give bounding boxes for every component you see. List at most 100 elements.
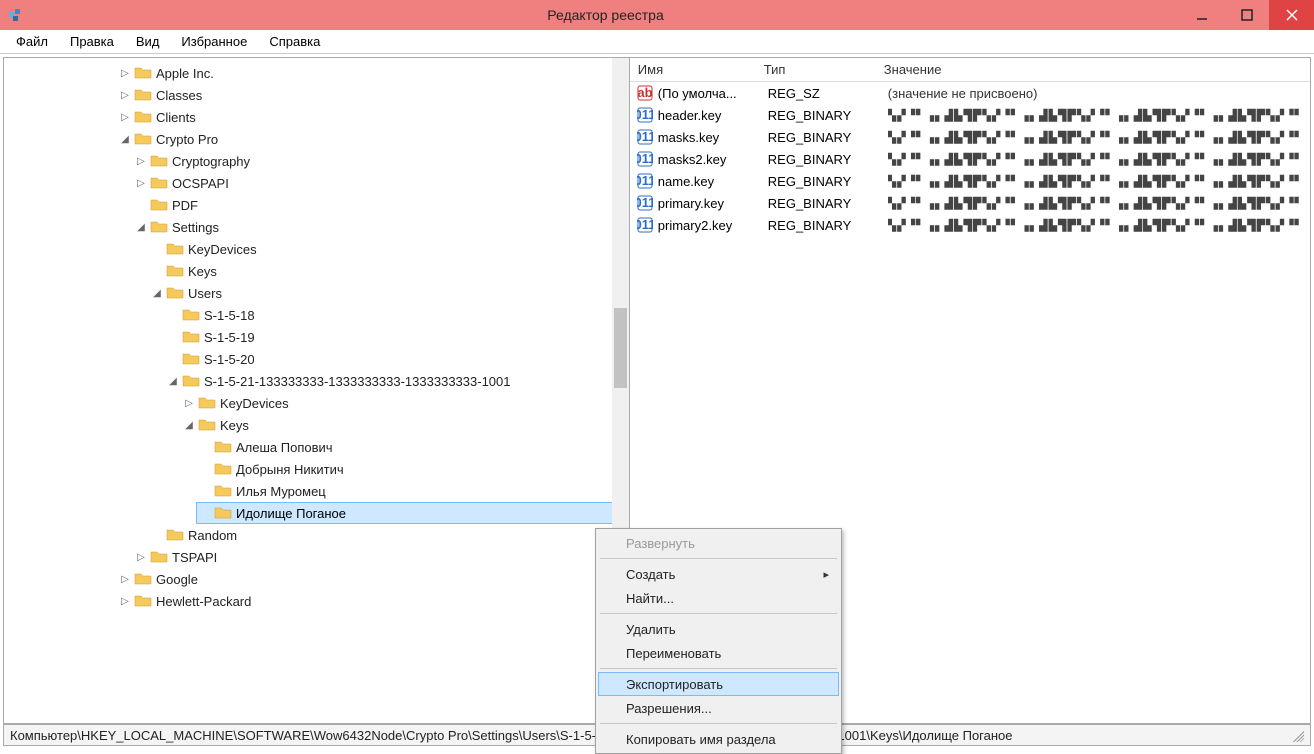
value-type: REG_BINARY (768, 174, 888, 189)
expand-icon[interactable]: ▷ (134, 176, 148, 190)
tree-item[interactable]: Добрыня Никитич (196, 458, 629, 480)
values-header[interactable]: Имя Тип Значение (630, 58, 1310, 82)
tree-label: Добрыня Никитич (236, 462, 344, 477)
menu-view[interactable]: Вид (126, 31, 170, 52)
ctx-find[interactable]: Найти... (598, 586, 839, 610)
expand-icon[interactable]: ▷ (118, 572, 132, 586)
expand-icon[interactable]: ▷ (118, 110, 132, 124)
folder-icon (182, 373, 200, 389)
tree-label: Classes (156, 88, 202, 103)
ctx-delete[interactable]: Удалить (598, 617, 839, 641)
folder-icon (134, 65, 152, 81)
tree-label: S-1-5-19 (204, 330, 255, 345)
tree-label: S-1-5-20 (204, 352, 255, 367)
tree-item[interactable]: ◢Users (148, 282, 629, 304)
expand-icon[interactable]: ▷ (134, 154, 148, 168)
expand-icon[interactable]: ▷ (118, 594, 132, 608)
tree-label: Apple Inc. (156, 66, 214, 81)
collapse-icon[interactable]: ◢ (182, 418, 196, 432)
tree-label: Crypto Pro (156, 132, 218, 147)
tree-item[interactable]: ▷Google (116, 568, 629, 590)
minimize-button[interactable] (1179, 0, 1224, 30)
tree-item[interactable]: KeyDevices (148, 238, 629, 260)
menu-help[interactable]: Справка (259, 31, 330, 52)
maximize-button[interactable] (1224, 0, 1269, 30)
binary-value-icon: 011 (636, 129, 654, 145)
tree-item[interactable]: ◢ Crypto Pro (116, 128, 629, 150)
folder-icon (150, 153, 168, 169)
svg-text:011: 011 (637, 217, 653, 232)
ctx-export[interactable]: Экспортировать (598, 672, 839, 696)
value-row[interactable]: 011header.keyREG_BINARY▚▞▝▘▗▖▟▙▜▛▚▞▝▘▗▖▟… (630, 104, 1310, 126)
value-row[interactable]: 011primary2.keyREG_BINARY▚▞▝▘▗▖▟▙▜▛▚▞▝▘▗… (630, 214, 1310, 236)
col-type[interactable]: Тип (756, 58, 876, 81)
folder-icon (214, 461, 232, 477)
tree-item[interactable]: Алеша Попович (196, 436, 629, 458)
ctx-new[interactable]: Создать (598, 562, 839, 586)
tree-item[interactable]: ◢Settings (132, 216, 629, 238)
tree-item[interactable]: PDF (132, 194, 629, 216)
tree-item-selected[interactable]: Идолище Поганое (196, 502, 629, 524)
tree-item[interactable]: ▷KeyDevices (180, 392, 629, 414)
menu-favorites[interactable]: Избранное (171, 31, 257, 52)
close-button[interactable] (1269, 0, 1314, 30)
tree-item[interactable]: ▷Cryptography (132, 150, 629, 172)
registry-tree[interactable]: ▷ Apple Inc. ▷ Classes ▷Clients ◢ Crypto Pr… (4, 58, 629, 616)
tree-item[interactable]: Илья Муромец (196, 480, 629, 502)
tree-item[interactable]: ▷Clients (116, 106, 629, 128)
ctx-permissions[interactable]: Разрешения... (598, 696, 839, 720)
value-name: (По умолча... (658, 86, 768, 101)
tree-item[interactable]: ▷TSPAPI (132, 546, 629, 568)
value-row[interactable]: ab(По умолча...REG_SZ(значение не присво… (630, 82, 1310, 104)
menu-edit[interactable]: Правка (60, 31, 124, 52)
app-icon (6, 5, 26, 25)
tree-item[interactable]: Random (148, 524, 629, 546)
col-name[interactable]: Имя (630, 58, 756, 81)
tree-item[interactable]: S-1-5-20 (164, 348, 629, 370)
ctx-rename[interactable]: Переименовать (598, 641, 839, 665)
value-type: REG_BINARY (768, 196, 888, 211)
expand-icon[interactable]: ▷ (118, 88, 132, 102)
tree-item[interactable]: ▷ Apple Inc. (116, 62, 629, 84)
expand-icon[interactable] (134, 198, 148, 212)
folder-icon (214, 505, 232, 521)
value-data: ▚▞▝▘▗▖▟▙▜▛▚▞▝▘▗▖▟▙▜▛▚▞▝▘▗▖▟▙▜▛▚▞▝▘▗▖▟▙▜▛… (888, 173, 1304, 189)
collapse-icon[interactable]: ◢ (118, 132, 132, 146)
tree-item[interactable]: ◢Keys (180, 414, 629, 436)
collapse-icon[interactable]: ◢ (150, 286, 164, 300)
menu-bar: Файл Правка Вид Избранное Справка (0, 30, 1314, 54)
resize-grip[interactable] (1290, 728, 1304, 742)
menu-file[interactable]: Файл (6, 31, 58, 52)
tree-item[interactable]: ▷ Classes (116, 84, 629, 106)
tree-label: S-1-5-18 (204, 308, 255, 323)
value-data: ▚▞▝▘▗▖▟▙▜▛▚▞▝▘▗▖▟▙▜▛▚▞▝▘▗▖▟▙▜▛▚▞▝▘▗▖▟▙▜▛… (888, 129, 1304, 145)
expand-icon[interactable]: ▷ (134, 550, 148, 564)
value-row[interactable]: 011name.keyREG_BINARY▚▞▝▘▗▖▟▙▜▛▚▞▝▘▗▖▟▙▜… (630, 170, 1310, 192)
scrollbar-thumb[interactable] (614, 308, 627, 388)
tree-label: Random (188, 528, 237, 543)
value-row[interactable]: 011primary.keyREG_BINARY▚▞▝▘▗▖▟▙▜▛▚▞▝▘▗▖… (630, 192, 1310, 214)
tree-item[interactable]: ▷OCSPAPI (132, 172, 629, 194)
value-row[interactable]: 011masks.keyREG_BINARY▚▞▝▘▗▖▟▙▜▛▚▞▝▘▗▖▟▙… (630, 126, 1310, 148)
tree-item[interactable]: S-1-5-18 (164, 304, 629, 326)
window-title: Редактор реестра (32, 7, 1179, 23)
tree-item[interactable]: ▷Hewlett-Packard (116, 590, 629, 612)
tree-item[interactable]: ◢S-1-5-21-133333333-1333333333-133333333… (164, 370, 629, 392)
ctx-copy-key-name[interactable]: Копировать имя раздела (598, 727, 839, 751)
tree-item[interactable]: S-1-5-19 (164, 326, 629, 348)
collapse-icon[interactable]: ◢ (166, 374, 180, 388)
collapse-icon[interactable]: ◢ (134, 220, 148, 234)
value-row[interactable]: 011masks2.keyREG_BINARY▚▞▝▘▗▖▟▙▜▛▚▞▝▘▗▖▟… (630, 148, 1310, 170)
ctx-separator (600, 558, 837, 559)
value-type: REG_BINARY (768, 152, 888, 167)
tree-pane[interactable]: ▷ Apple Inc. ▷ Classes ▷Clients ◢ Crypto Pr… (4, 58, 630, 723)
tree-label: Алеша Попович (236, 440, 333, 455)
tree-label: Илья Муромец (236, 484, 326, 499)
col-value[interactable]: Значение (876, 58, 1310, 81)
folder-icon (198, 395, 216, 411)
tree-item[interactable]: Keys (148, 260, 629, 282)
expand-icon[interactable]: ▷ (118, 66, 132, 80)
folder-icon (166, 527, 184, 543)
tree-label: PDF (172, 198, 198, 213)
expand-icon[interactable]: ▷ (182, 396, 196, 410)
